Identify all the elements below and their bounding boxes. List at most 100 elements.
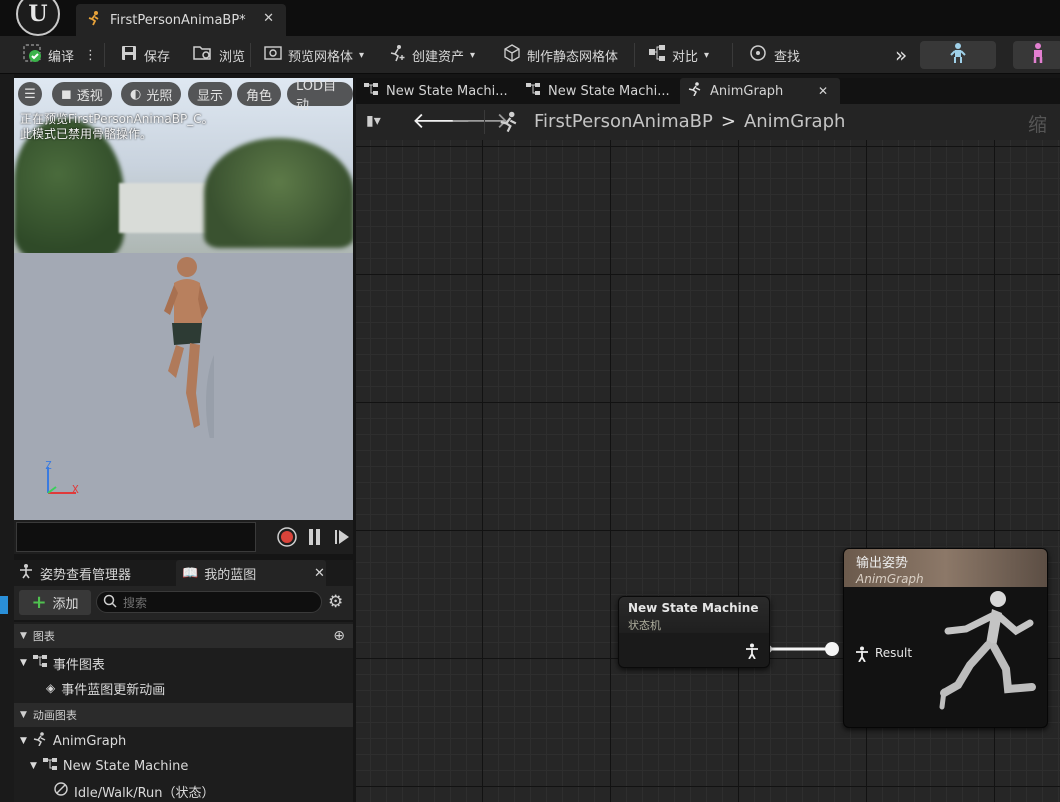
compile-button[interactable]: 编译 xyxy=(22,36,74,74)
my-blueprint-tree: ▼ 图表 ⊕ ▼ 事件图表 ◈ 事件蓝图更新动画 ▼ 动画图表 ▼ AnimGr… xyxy=(14,622,353,802)
close-icon[interactable]: ✕ xyxy=(314,560,325,586)
save-button[interactable]: 保存 xyxy=(120,36,170,74)
close-icon[interactable]: ✕ xyxy=(818,84,828,98)
toolbar-divider xyxy=(634,43,635,67)
skeleton-icon xyxy=(949,42,967,68)
bookmark-icon[interactable]: ▮▾ xyxy=(366,113,381,129)
more-chevron-icon[interactable]: » xyxy=(895,36,907,74)
tab-my-blueprint[interactable]: 📖 我的蓝图 xyxy=(176,560,326,586)
running-mannequin-icon xyxy=(939,591,1036,710)
preview-mesh-dropdown[interactable]: 预览网格体 ▾ xyxy=(264,36,364,74)
create-asset-dropdown[interactable]: 创建资产 ▾ xyxy=(388,36,475,74)
tab-pose-watch[interactable]: 姿势查看管理器 xyxy=(18,560,131,586)
browse-folder-icon xyxy=(193,44,213,66)
create-asset-icon xyxy=(388,44,406,66)
toolbar-divider xyxy=(250,43,251,67)
document-tab[interactable]: FirstPersonAnimaBP* ✕ xyxy=(76,4,286,36)
close-icon[interactable]: ✕ xyxy=(263,11,274,26)
make-static-mesh-button[interactable]: 制作静态网格体 xyxy=(503,36,618,74)
main-toolbar: 编译 ⋮ 保存 浏览 预览网格体 ▾ 创建资产 ▾ 制作静态网格体 对比 ▾ 查… xyxy=(0,36,1060,74)
viewport-menu-button[interactable]: ☰ xyxy=(18,82,42,106)
add-graph-icon[interactable]: ⊕ xyxy=(333,628,345,644)
output-pose-node-header: 输出姿势 AnimGraph xyxy=(844,549,1047,587)
compile-options-icon[interactable]: ⋮ xyxy=(84,36,97,74)
gear-icon[interactable]: ⚙ xyxy=(328,592,343,612)
title-bar: U FirstPersonAnimaBP* ✕ xyxy=(0,0,1060,36)
anim-graph-icon xyxy=(33,732,47,750)
save-icon xyxy=(120,44,138,66)
show-button[interactable]: 显示 xyxy=(188,82,233,106)
compile-check-icon xyxy=(22,43,42,67)
search-icon xyxy=(103,594,117,611)
my-blueprint-toolbar: + 添加 搜索 ⚙ xyxy=(14,586,353,620)
anim-blueprint-icon xyxy=(86,10,102,30)
tree-item-event-graph[interactable]: ▼ 事件图表 xyxy=(20,651,105,675)
output-pose-node[interactable]: 输出姿势 AnimGraph xyxy=(843,548,1048,728)
skeleton-mode-button[interactable] xyxy=(920,41,996,69)
find-button[interactable]: 查找 xyxy=(748,36,800,74)
add-button[interactable]: + 添加 xyxy=(19,590,91,615)
tree-item-state-machine[interactable]: ▼ New State Machine xyxy=(30,754,188,778)
plus-icon: + xyxy=(31,592,47,613)
left-edge-blue-marker xyxy=(0,596,8,614)
axis-x-label: X xyxy=(72,483,79,496)
event-diamond-icon: ◈ xyxy=(46,681,56,695)
tab-state-machine-2[interactable]: New State Machi... xyxy=(518,78,678,104)
lighting-icon: ◐ xyxy=(130,86,142,102)
character-model xyxy=(164,257,214,438)
diff-dropdown[interactable]: 对比 ▾ xyxy=(648,36,709,74)
static-mesh-icon xyxy=(503,44,521,66)
output-pose-node-subtitle: AnimGraph xyxy=(856,572,924,586)
tab-anim-graph[interactable]: AnimGraph ✕ xyxy=(680,78,840,104)
tab-state-machine-1[interactable]: New State Machi... xyxy=(356,78,516,104)
collapse-arrow-icon: ▼ xyxy=(20,631,27,641)
pose-watch-icon xyxy=(18,563,34,583)
lod-button[interactable]: LOD自动 xyxy=(287,79,353,113)
section-graphs[interactable]: ▼ 图表 ⊕ xyxy=(14,624,353,648)
unreal-logo-icon[interactable]: U xyxy=(16,0,60,36)
mesh-icon xyxy=(1029,42,1047,68)
result-input-pin-icon[interactable] xyxy=(855,646,869,666)
chevron-down-icon: ▾ xyxy=(470,49,476,61)
character-button[interactable]: 角色 xyxy=(237,82,282,106)
browse-button[interactable]: 浏览 xyxy=(193,36,245,74)
preview-mesh-icon xyxy=(264,44,282,66)
collapse-arrow-icon: ▼ xyxy=(20,658,27,668)
breadcrumb-current[interactable]: AnimGraph xyxy=(744,111,845,132)
state-icon xyxy=(54,782,68,800)
book-icon: 📖 xyxy=(182,565,199,581)
section-anim-graphs[interactable]: ▼ 动画图表 xyxy=(14,703,353,727)
find-icon xyxy=(748,44,768,66)
anim-graph-icon xyxy=(688,82,702,100)
result-pin-label: Result xyxy=(875,646,913,660)
record-icon[interactable] xyxy=(277,527,297,547)
timeline-field[interactable] xyxy=(16,522,256,552)
diff-icon xyxy=(648,44,666,66)
axis-z-label: Z xyxy=(45,459,52,472)
state-machine-node-title: New State Machine xyxy=(628,601,759,615)
nav-divider xyxy=(484,110,485,134)
viewport-trees-right xyxy=(204,138,353,248)
hamburger-icon: ☰ xyxy=(24,86,36,102)
breadcrumb-root[interactable]: FirstPersonAnimaBP xyxy=(534,111,713,132)
collapse-arrow-icon: ▼ xyxy=(30,761,37,771)
tree-item-anim-graph[interactable]: ▼ AnimGraph xyxy=(20,729,126,753)
toolbar-divider xyxy=(732,43,733,67)
toolbar-divider xyxy=(104,43,105,67)
state-machine-node-subtitle: 状态机 xyxy=(628,619,661,632)
search-input[interactable]: 搜索 xyxy=(96,591,322,613)
document-tab-title: FirstPersonAnimaBP* xyxy=(110,12,246,28)
pose-output-pin-icon[interactable] xyxy=(745,643,759,663)
pause-icon[interactable] xyxy=(308,528,322,546)
breadcrumb-separator: > xyxy=(720,111,736,132)
tree-item-state[interactable]: Idle/Walk/Run（状态） xyxy=(54,779,215,802)
cube-icon: ◼ xyxy=(61,86,72,102)
perspective-button[interactable]: ◼ 透视 xyxy=(52,82,112,106)
step-forward-icon[interactable] xyxy=(334,528,350,546)
lighting-button[interactable]: ◐ 光照 xyxy=(121,82,182,106)
anim-blueprint-icon xyxy=(498,111,520,137)
state-machine-node[interactable]: New State Machine 状态机 xyxy=(618,596,770,668)
tree-item-event-update-animation[interactable]: ◈ 事件蓝图更新动画 xyxy=(46,676,165,700)
animation-mode-button[interactable] xyxy=(1013,41,1060,69)
preview-viewport[interactable]: ☰ ◼ 透视 ◐ 光照 显示 角色 LOD自动 正在预览FirstPersonAni… xyxy=(14,78,353,520)
